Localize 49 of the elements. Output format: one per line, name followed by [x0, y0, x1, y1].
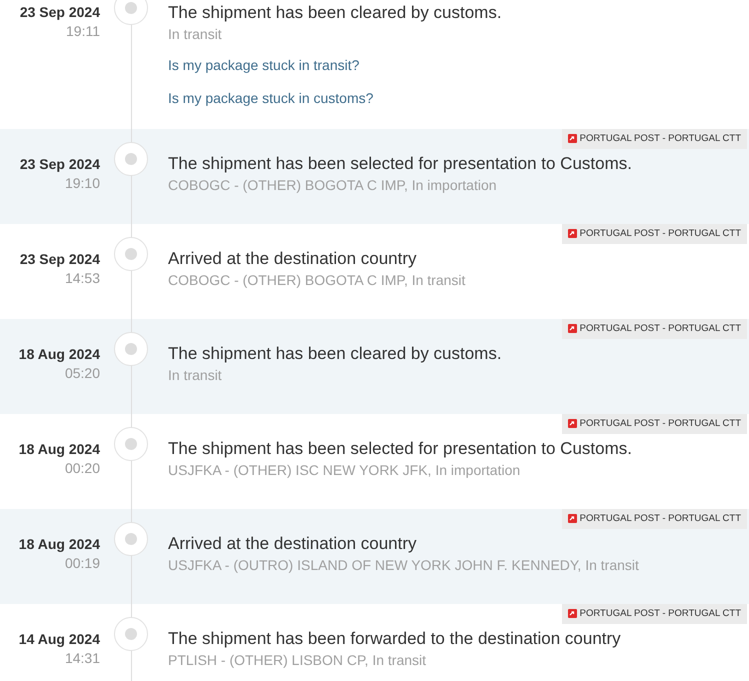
timeline-dot-icon	[114, 142, 148, 176]
event-detail: USJFKA - (OUTRO) ISLAND OF NEW YORK JOHN F. KENNEDY, In transit	[168, 557, 639, 573]
carrier-logo-icon	[568, 419, 577, 428]
timeline-dot-icon	[114, 0, 148, 25]
carrier-badge: PORTUGAL POST - PORTUGAL CTT	[562, 604, 747, 624]
event-title: The shipment has been cleared by customs.	[168, 344, 502, 364]
event-detail: COBOGC - (OTHER) BOGOTA C IMP, In transit	[168, 272, 466, 288]
carrier-logo-icon	[568, 609, 577, 618]
carrier-logo-icon	[568, 324, 577, 333]
carrier-badge: PORTUGAL POST - PORTUGAL CTT	[562, 509, 747, 529]
event-detail: PTLISH - (OTHER) LISBON CP, In transit	[168, 652, 426, 668]
event-time: 14:31	[64, 650, 100, 666]
event-time: 19:11	[66, 23, 100, 39]
carrier-logo-icon	[568, 514, 577, 523]
event-date: 18 Aug 2024	[18, 441, 100, 457]
event-date: 23 Sep 2024	[20, 156, 100, 172]
timeline-dot-icon	[114, 427, 148, 461]
event-detail: In transit	[168, 367, 222, 383]
event-detail: USJFKA - (OTHER) ISC NEW YORK JFK, In importation	[168, 462, 520, 478]
help-link[interactable]: Is my package stuck in customs?	[168, 90, 374, 106]
help-link[interactable]: Is my package stuck in transit?	[168, 57, 360, 73]
carrier-badge: PORTUGAL POST - PORTUGAL CTT	[562, 224, 747, 244]
event-detail: COBOGC - (OTHER) BOGOTA C IMP, In importation	[168, 177, 497, 193]
event-date: 23 Sep 2024	[20, 251, 100, 267]
event-title: The shipment has been cleared by customs.	[168, 3, 502, 23]
carrier-badge: PORTUGAL POST - PORTUGAL CTT	[562, 414, 747, 434]
event-date: 18 Aug 2024	[18, 536, 100, 552]
event-time: 05:20	[64, 365, 100, 381]
timeline-dot-icon	[114, 617, 148, 651]
event-title: The shipment has been selected for presentation to Customs.	[168, 154, 632, 174]
timeline-dot-icon	[114, 237, 148, 271]
timeline-dot-icon	[114, 332, 148, 366]
event-time: 00:20	[64, 460, 100, 476]
carrier-logo-icon	[568, 134, 577, 143]
event-time: 19:10	[64, 175, 100, 191]
event-title: Arrived at the destination country	[168, 249, 417, 269]
carrier-badge: PORTUGAL POST - PORTUGAL CTT	[562, 319, 747, 339]
timeline-dot-icon	[114, 522, 148, 556]
carrier-badge: PORTUGAL POST - PORTUGAL CTT	[562, 129, 747, 149]
event-date: 18 Aug 2024	[18, 346, 100, 362]
carrier-logo-icon	[568, 229, 577, 238]
event-date: 14 Aug 2024	[18, 631, 100, 647]
event-time: 00:19	[64, 555, 100, 571]
event-title: The shipment has been selected for presentation to Customs.	[168, 439, 632, 459]
event-date: 23 Sep 2024	[20, 4, 100, 20]
event-time: 14:53	[64, 270, 100, 286]
event-title: Arrived at the destination country	[168, 534, 417, 554]
event-title: The shipment has been forwarded to the destination country	[168, 629, 621, 649]
event-detail: In transit	[168, 26, 222, 42]
